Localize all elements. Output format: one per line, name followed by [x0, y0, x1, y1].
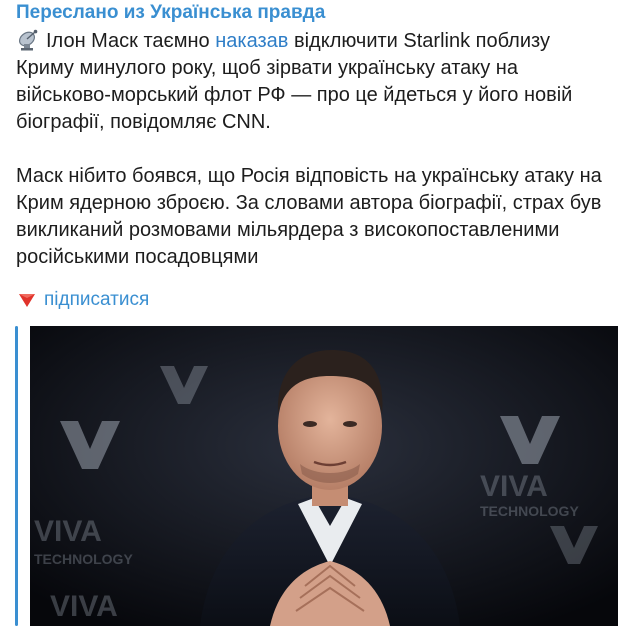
- message-text: Ілон Маск таємно наказав відключити Star…: [16, 28, 612, 271]
- message-paragraph-2: Маск нібито боявся, що Росія відповість …: [16, 165, 602, 268]
- bg-text-viva-1: VIVA: [34, 515, 102, 548]
- article-photo[interactable]: VIVA TECHNOLOGY VIVA TECHNOLOGY VIVA: [30, 326, 618, 626]
- photo-illustration: VIVA TECHNOLOGY VIVA TECHNOLOGY VIVA: [30, 326, 618, 626]
- satellite-antenna-icon: [18, 29, 38, 51]
- bg-text-tech-1: TECHNOLOGY: [34, 551, 133, 567]
- embed-accent-bar: [15, 326, 18, 626]
- forwarded-from-header[interactable]: Переслано из Українська правда: [16, 0, 325, 26]
- ordered-link[interactable]: наказав: [215, 30, 288, 52]
- bg-text-viva-3: VIVA: [50, 590, 118, 623]
- subscribe-link[interactable]: підписатися: [44, 287, 149, 313]
- bg-text-tech-2: TECHNOLOGY: [480, 503, 579, 519]
- red-triangle-down-icon: [19, 294, 35, 307]
- subscribe-row[interactable]: підписатися: [18, 287, 149, 313]
- bg-text-viva-2: VIVA: [480, 470, 548, 503]
- paragraph-1-text-start: Ілон Маск таємно: [46, 30, 216, 52]
- message-paragraph-1: Ілон Маск таємно наказав відключити Star…: [16, 28, 612, 136]
